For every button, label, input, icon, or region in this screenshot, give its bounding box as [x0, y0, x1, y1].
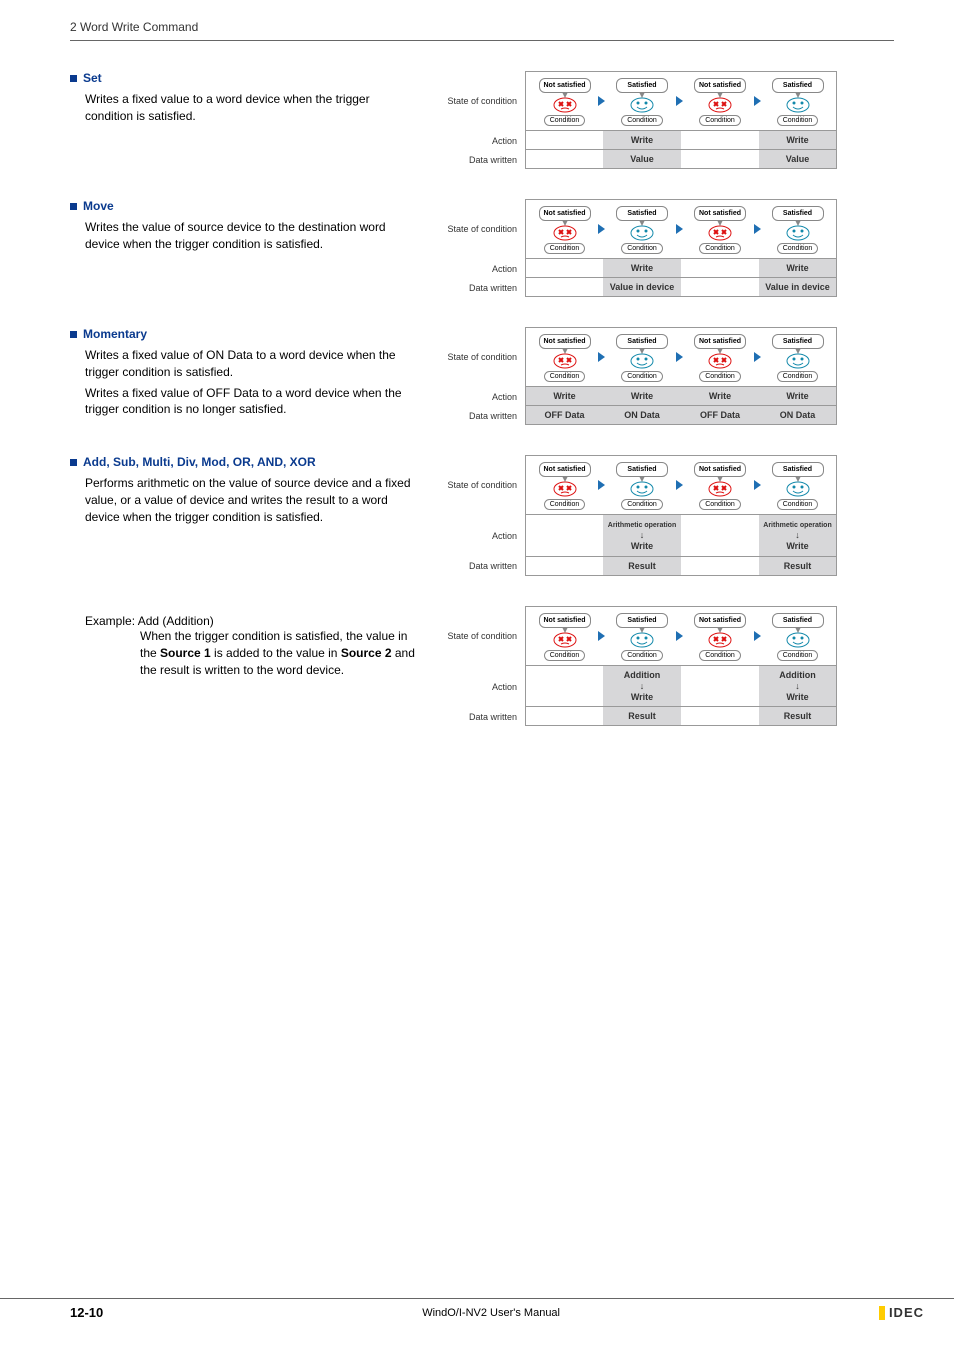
row-label: Action: [425, 131, 525, 150]
section-set: Set Writes a fixed value to a word devic…: [70, 71, 894, 169]
face-ok-icon: [629, 97, 655, 113]
example-text: Example: Add (Addition) When the trigger…: [70, 614, 415, 678]
section-example: Example: Add (Addition) When the trigger…: [70, 606, 894, 726]
move-desc: Writes the value of source device to the…: [70, 219, 415, 253]
brand-logo: IDEC: [879, 1305, 924, 1320]
section-arith: Add, Sub, Multi, Div, Mod, OR, AND, XOR …: [70, 455, 894, 576]
move-title: Move: [83, 199, 114, 213]
face-x-icon: [707, 97, 733, 113]
example-diagram: State of condition Not satisfiedConditio…: [425, 606, 894, 726]
face-ok-icon: [785, 97, 811, 113]
bullet-icon: [70, 203, 77, 210]
bullet-icon: [70, 459, 77, 466]
face-x-icon: [552, 97, 578, 113]
row-label: State of condition: [425, 71, 525, 131]
arith-diagram: State of condition Not satisfiedConditio…: [425, 455, 894, 576]
set-desc: Writes a fixed value to a word device wh…: [70, 91, 415, 125]
section-move: Move Writes the value of source device t…: [70, 199, 894, 297]
move-diagram: State of condition Not satisfiedConditio…: [425, 199, 894, 297]
row-label: Data written: [425, 150, 525, 169]
arith-desc: Performs arithmetic on the value of sour…: [70, 475, 415, 525]
arith-title: Add, Sub, Multi, Div, Mod, OR, AND, XOR: [83, 455, 316, 469]
momentary-desc2: Writes a fixed value of OFF Data to a wo…: [85, 385, 415, 419]
momentary-diagram: State of condition Not satisfiedConditio…: [425, 327, 894, 425]
set-diagram: State of condition Not satisfiedConditio…: [425, 71, 894, 169]
momentary-title: Momentary: [83, 327, 147, 341]
footer-title: WindO/I-NV2 User's Manual: [422, 1307, 560, 1319]
section-momentary: Momentary Writes a fixed value of ON Dat…: [70, 327, 894, 425]
page-header: 2 Word Write Command: [70, 20, 894, 41]
set-title: Set: [83, 71, 102, 85]
momentary-desc1: Writes a fixed value of ON Data to a wor…: [85, 347, 415, 381]
page-footer: 12-10 WindO/I-NV2 User's Manual IDEC: [0, 1298, 954, 1320]
bullet-icon: [70, 331, 77, 338]
bullet-icon: [70, 75, 77, 82]
page-number: 12-10: [70, 1305, 103, 1320]
